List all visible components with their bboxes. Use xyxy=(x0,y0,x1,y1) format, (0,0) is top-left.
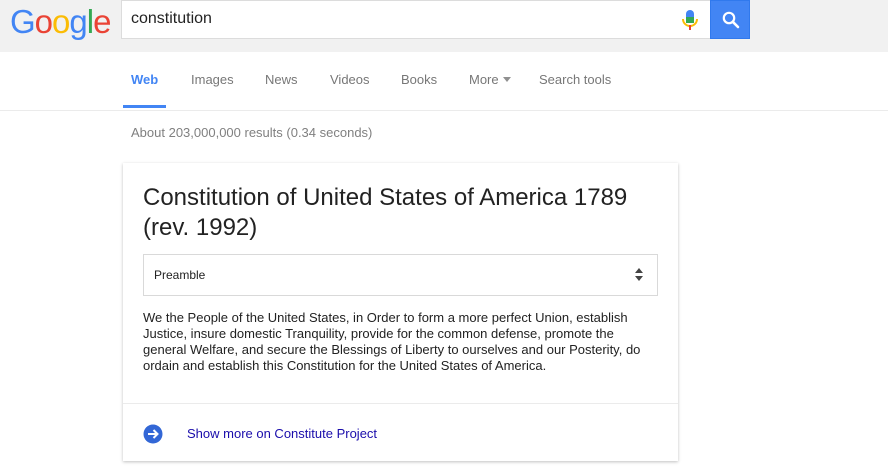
tab-search-tools[interactable]: Search tools xyxy=(539,72,611,110)
google-logo[interactable]: Google xyxy=(10,3,111,40)
knowledge-card: Constitution of United States of America… xyxy=(123,163,678,461)
logo-letter: o xyxy=(52,3,70,40)
search-box[interactable]: constitution xyxy=(121,0,710,39)
up-down-arrows-icon xyxy=(635,268,643,282)
search-button[interactable] xyxy=(710,0,750,39)
section-text: We the People of the United States, in O… xyxy=(143,310,641,373)
show-more-label: Show more on Constitute Project xyxy=(187,426,378,441)
divider xyxy=(123,403,678,404)
search-tabs: Web Images News Videos Books More Search… xyxy=(0,52,888,111)
tab-videos[interactable]: Videos xyxy=(330,72,370,110)
result-stats: About 203,000,000 results (0.34 seconds) xyxy=(131,125,373,140)
search-input[interactable]: constitution xyxy=(131,10,212,28)
tab-web[interactable]: Web xyxy=(122,72,167,110)
chevron-down-icon xyxy=(502,77,511,82)
microphone-icon[interactable] xyxy=(680,8,700,32)
tab-images[interactable]: Images xyxy=(191,72,234,110)
show-more-link[interactable]: Show more on Constitute Project xyxy=(143,421,543,445)
logo-letter: g xyxy=(69,3,87,40)
tab-more-label: More xyxy=(469,72,499,87)
logo-letter: e xyxy=(93,3,111,40)
logo-letter: o xyxy=(34,3,53,40)
tab-books[interactable]: Books xyxy=(401,72,437,110)
logo-letter: G xyxy=(10,3,36,40)
tab-more[interactable]: More xyxy=(469,72,511,110)
section-select[interactable]: Preamble xyxy=(143,254,658,296)
tab-news[interactable]: News xyxy=(265,72,298,110)
card-title: Constitution of United States of America… xyxy=(143,184,628,241)
top-bar: Google constitution xyxy=(0,0,888,52)
section-select-value: Preamble xyxy=(154,268,206,282)
search-icon xyxy=(722,11,740,29)
arrow-circle-right-icon xyxy=(143,424,163,444)
